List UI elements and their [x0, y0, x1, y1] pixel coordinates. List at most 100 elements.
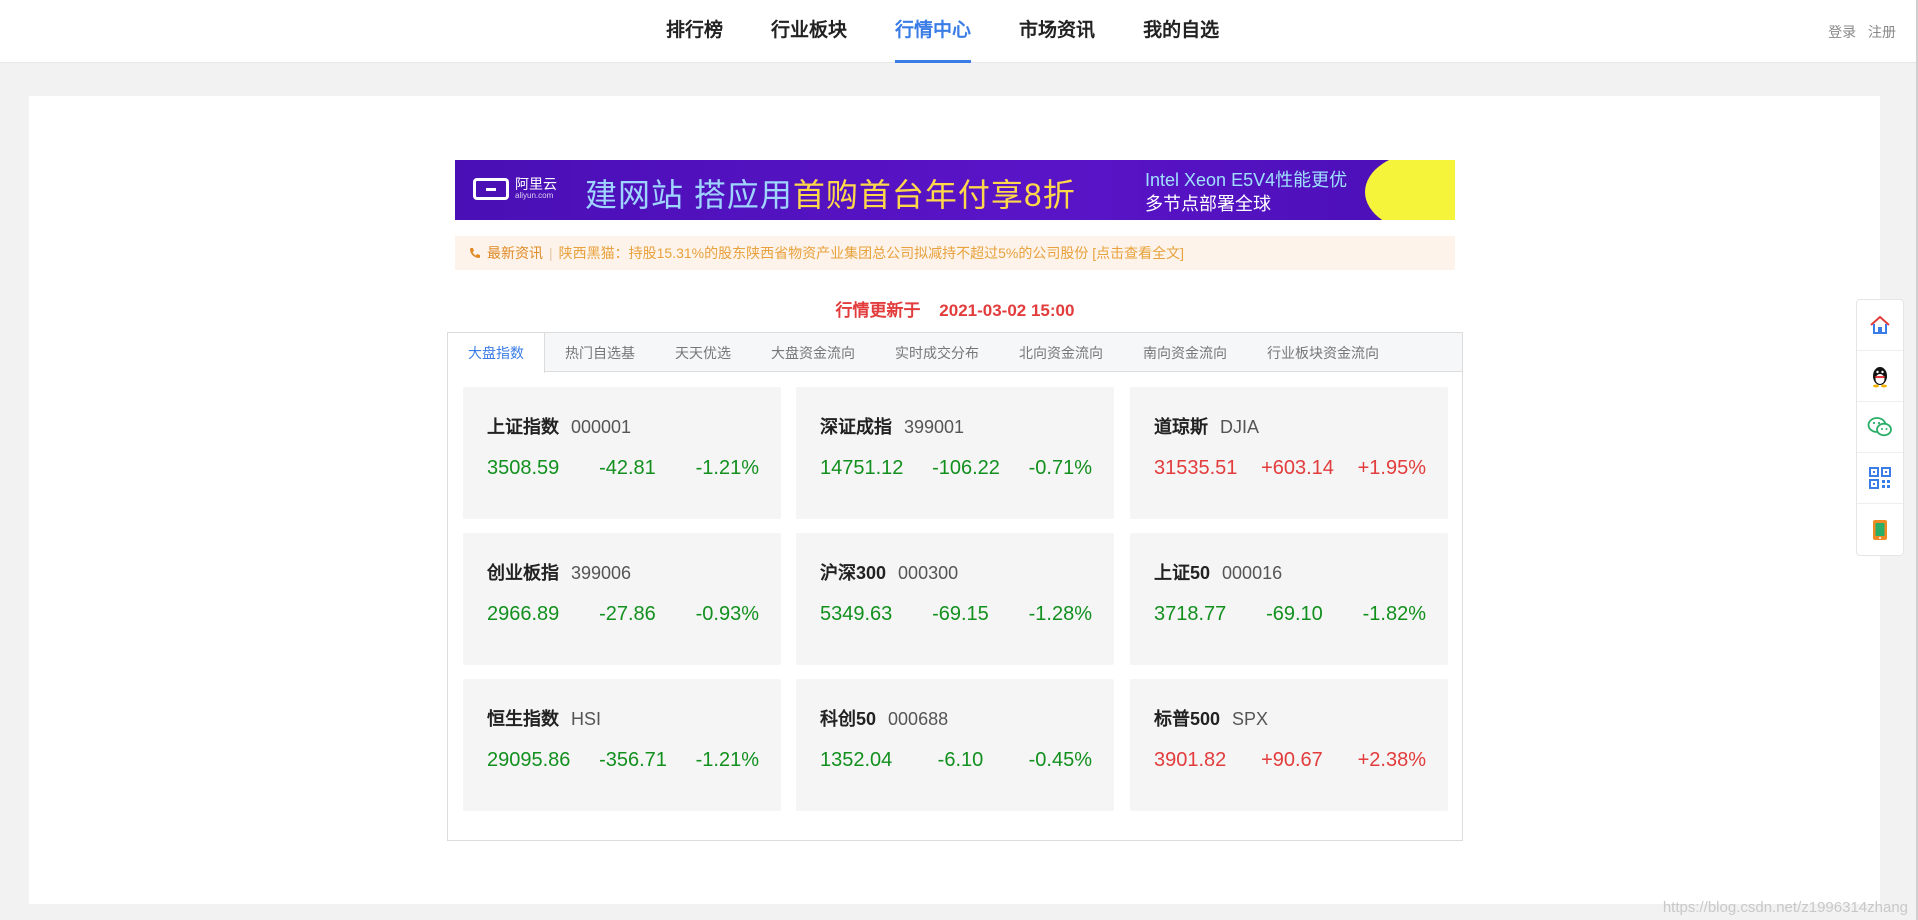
index-code: 399006 — [571, 563, 632, 583]
index-name: 沪深300 — [820, 563, 887, 583]
nav-item-market-center[interactable]: 行情中心 — [895, 0, 972, 63]
floating-sidebar — [1856, 299, 1904, 556]
index-card[interactable]: 道琼斯 DJIA 31535.51 +603.14 +1.95% — [1130, 387, 1448, 519]
tab-daily-picks[interactable]: 天天优选 — [655, 333, 751, 372]
index-price: 14751.12 — [820, 457, 904, 479]
ad-right-line1: Intel Xeon E5V4性能更优 — [1145, 170, 1348, 190]
index-percent: -1.21% — [695, 749, 759, 771]
login-link[interactable]: 登录 — [1828, 24, 1856, 40]
index-percent: -0.71% — [1028, 457, 1092, 479]
index-price: 31535.51 — [1154, 457, 1238, 479]
qrcode-icon — [1869, 467, 1891, 489]
sidebar-home-button[interactable] — [1857, 300, 1903, 351]
index-change: -6.10 — [937, 749, 984, 771]
sidebar-qq-button[interactable] — [1857, 351, 1903, 402]
news-link[interactable]: 陕西黑猫：持股15.31%的股东陕西省物资产业集团总公司拟减持不超过5%的公司股… — [559, 245, 1184, 261]
mobile-icon — [1873, 519, 1887, 540]
news-separator: | — [549, 245, 553, 261]
index-price: 3508.59 — [487, 457, 560, 479]
index-name: 创业板指 — [487, 563, 559, 583]
aliyun-logo: 阿里云 aliyun.com — [473, 177, 557, 200]
index-percent: -1.28% — [1028, 603, 1092, 625]
sidebar-mobile-button[interactable] — [1857, 504, 1903, 555]
nav-item-rankings[interactable]: 排行榜 — [666, 0, 723, 63]
index-code: DJIA — [1220, 417, 1260, 437]
home-icon — [1870, 315, 1890, 334]
tab-sector-flow[interactable]: 行业板块资金流向 — [1247, 333, 1399, 372]
index-card[interactable]: 上证指数 000001 3508.59 -42.81 -1.21% — [463, 387, 781, 519]
index-name: 上证50 — [1154, 563, 1211, 583]
index-name: 深证成指 — [820, 417, 892, 437]
index-percent: -0.93% — [695, 603, 759, 625]
update-label: 行情更新于 — [835, 301, 921, 320]
index-name: 标普500 — [1154, 709, 1221, 729]
market-panel: 大盘指数 热门自选基 天天优选 大盘资金流向 实时成交分布 北向资金流向 南向资… — [447, 332, 1463, 841]
index-change: +603.14 — [1261, 457, 1334, 479]
index-change: -356.71 — [599, 749, 667, 771]
ad-banner[interactable]: 阿里云 aliyun.com 建网站 搭应用首购首台年付享8折 Intel Xe… — [455, 160, 1455, 220]
news-tag: 最新资讯 — [487, 245, 543, 261]
ad-slogan-a: 建网站 搭应用 — [585, 177, 793, 213]
auth-links: 登录 注册 — [1820, 22, 1896, 42]
index-price: 29095.86 — [487, 749, 571, 771]
ad-slogan-b: 首购首台年付享8折 — [792, 177, 1076, 213]
index-card[interactable]: 科创50 000688 1352.04 -6.10 -0.45% — [796, 679, 1114, 811]
index-name: 上证指数 — [487, 417, 559, 437]
index-card[interactable]: 上证50 000016 3718.77 -69.10 -1.82% — [1130, 533, 1448, 665]
ad-brand-domain: aliyun.com — [515, 191, 554, 200]
update-timestamp: 2021-03-02 15:00 — [939, 301, 1075, 320]
tab-northbound-flow[interactable]: 北向资金流向 — [999, 333, 1123, 372]
index-price: 2966.89 — [487, 603, 560, 625]
top-nav: 排行榜 行业板块 行情中心 市场资讯 我的自选 登录 注册 — [0, 0, 1918, 63]
register-link[interactable]: 注册 — [1868, 24, 1896, 40]
sidebar-qrcode-button[interactable] — [1857, 453, 1903, 504]
index-code: 000300 — [898, 563, 959, 583]
ad-brand: 阿里云 — [515, 176, 557, 192]
index-percent: -1.82% — [1362, 603, 1426, 625]
index-name: 道琼斯 — [1154, 417, 1208, 437]
index-name: 科创50 — [820, 709, 877, 729]
index-percent: +2.38% — [1357, 749, 1426, 771]
tab-market-flow[interactable]: 大盘资金流向 — [751, 333, 875, 372]
tab-index[interactable]: 大盘指数 — [448, 333, 545, 373]
index-percent: +1.95% — [1357, 457, 1426, 479]
index-code: 399001 — [904, 417, 965, 437]
news-ticker: 最新资讯 | 陕西黑猫：持股15.31%的股东陕西省物资产业集团总公司拟减持不超过5… — [455, 236, 1455, 270]
index-code: 000016 — [1222, 563, 1283, 583]
sidebar-wechat-button[interactable] — [1857, 402, 1903, 453]
index-change: +90.67 — [1261, 749, 1323, 771]
index-card[interactable]: 深证成指 399001 14751.12 -106.22 -0.71% — [796, 387, 1114, 519]
wechat-icon — [1867, 417, 1892, 437]
index-price: 3718.77 — [1154, 603, 1227, 625]
index-card[interactable]: 标普500 SPX 3901.82 +90.67 +2.38% — [1130, 679, 1448, 811]
phone-icon — [470, 248, 480, 258]
nav-item-sectors[interactable]: 行业板块 — [771, 0, 847, 63]
index-change: -106.22 — [932, 457, 1000, 479]
nav-item-watchlist[interactable]: 我的自选 — [1143, 0, 1219, 63]
index-price: 5349.63 — [820, 603, 893, 625]
index-name: 恒生指数 — [487, 709, 559, 729]
watermark: https://blog.csdn.net/z1996314zhang — [1662, 899, 1908, 916]
index-card[interactable]: 沪深300 000300 5349.63 -69.15 -1.28% — [796, 533, 1114, 665]
index-percent: -0.45% — [1028, 749, 1092, 771]
ad-right-text: Intel Xeon E5V4性能更优 多节点部署全球 — [1145, 168, 1347, 216]
index-percent: -1.21% — [695, 457, 759, 479]
index-change: -69.10 — [1266, 603, 1323, 625]
tab-hot-funds[interactable]: 热门自选基 — [545, 333, 655, 372]
ad-slogan: 建网站 搭应用首购首台年付享8折 — [585, 170, 1076, 216]
tab-realtime-deals[interactable]: 实时成交分布 — [875, 333, 999, 372]
update-time: 行情更新于 2021-03-02 15:00 — [455, 296, 1455, 321]
ad-decoration — [1365, 160, 1455, 220]
index-price: 3901.82 — [1154, 749, 1227, 771]
index-card[interactable]: 创业板指 399006 2966.89 -27.86 -0.93% — [463, 533, 781, 665]
index-change: -27.86 — [599, 603, 656, 625]
market-tabs: 大盘指数 热门自选基 天天优选 大盘资金流向 实时成交分布 北向资金流向 南向资… — [448, 333, 1462, 373]
nav-item-market-news[interactable]: 市场资讯 — [1019, 0, 1095, 63]
index-card[interactable]: 恒生指数 HSI 29095.86 -356.71 -1.21% — [463, 679, 781, 811]
main-menu: 排行榜 行业板块 行情中心 市场资讯 我的自选 — [666, 0, 1267, 63]
ad-right-line2: 多节点部署全球 — [1145, 194, 1271, 214]
index-change: -42.81 — [599, 457, 656, 479]
index-code: 000688 — [888, 709, 949, 729]
index-price: 1352.04 — [820, 749, 893, 771]
tab-southbound-flow[interactable]: 南向资金流向 — [1123, 333, 1247, 372]
